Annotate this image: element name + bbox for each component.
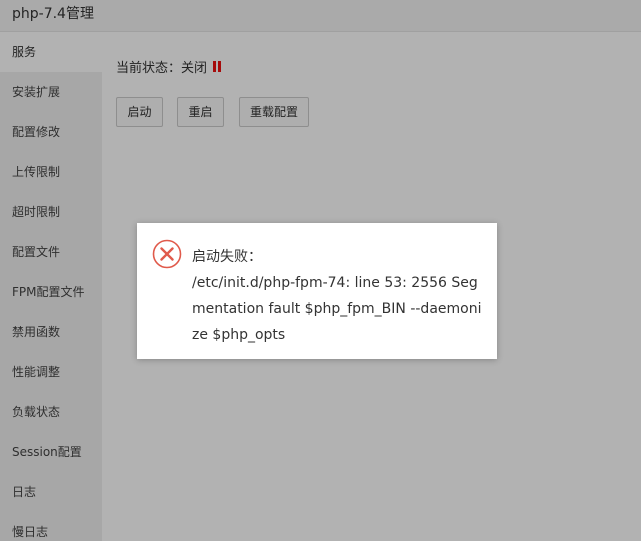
error-circle-icon [152,239,182,269]
error-message: 启动失败： /etc/init.d/php-fpm-74: line 53: 2… [192,244,482,348]
error-detail: /etc/init.d/php-fpm-74: line 53: 2556 Se… [192,275,482,343]
error-dialog: 启动失败： /etc/init.d/php-fpm-74: line 53: 2… [137,223,497,359]
error-title: 启动失败： [192,249,262,265]
